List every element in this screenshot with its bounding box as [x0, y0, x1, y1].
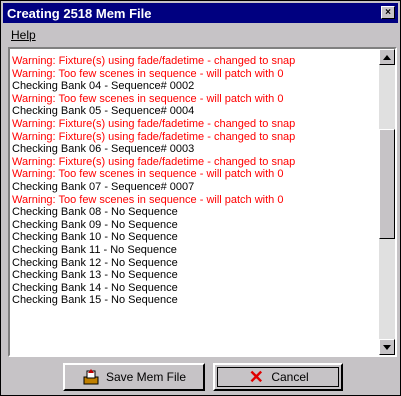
log-line-warning: Warning: Fixture(s) using fade/fadetime …	[12, 155, 296, 168]
log-line-info: Checking Bank 06 - Sequence# 0003	[12, 143, 195, 156]
scroll-up-button[interactable]	[379, 49, 395, 65]
scroll-down-button[interactable]	[379, 339, 395, 355]
log-line-info: Checking Bank 15 - No Sequence	[12, 294, 178, 307]
log-line-warning: Warning: Too few scenes in sequence - wi…	[12, 92, 284, 105]
scroll-down-arrow-icon	[383, 344, 391, 350]
vertical-scrollbar[interactable]	[379, 49, 395, 355]
log-line-info: Checking Bank 14 - No Sequence	[12, 281, 178, 294]
log-line-warning: Warning: Too few scenes in sequence - wi…	[12, 67, 284, 80]
log-line-info: Checking Bank 08 - No Sequence	[12, 206, 178, 219]
mem-file-dialog: Creating 2518 Mem File × Help Warning: F…	[0, 0, 401, 396]
log-line-warning: Warning: Fixture(s) using fade/fadetime …	[12, 55, 296, 67]
save-disk-icon	[82, 368, 100, 386]
log-line-warning: Warning: Fixture(s) using fade/fadetime …	[12, 130, 296, 143]
log-line-info: Checking Bank 07 - Sequence# 0007	[12, 180, 195, 193]
log-line-info: Checking Bank 09 - No Sequence	[12, 218, 178, 231]
save-button-label: Save Mem File	[105, 370, 187, 384]
log-lines: Warning: Fixture(s) using fade/fadetime …	[12, 55, 375, 307]
close-button[interactable]: ×	[381, 6, 395, 19]
save-mem-file-button[interactable]: Save Mem File	[63, 363, 205, 391]
log-line-info: Checking Bank 05 - Sequence# 0004	[12, 105, 195, 118]
log-line-info: Checking Bank 13 - No Sequence	[12, 269, 178, 282]
log-line-info: Checking Bank 12 - No Sequence	[12, 256, 178, 269]
cancel-button[interactable]: ✕ Cancel	[213, 363, 343, 391]
window-title: Creating 2518 Mem File	[7, 5, 152, 21]
log-line-warning: Warning: Too few scenes in sequence - wi…	[12, 168, 284, 181]
log-line-warning: Warning: Too few scenes in sequence - wi…	[12, 193, 284, 206]
scroll-thumb[interactable]	[379, 129, 395, 239]
log-line-info: Checking Bank 04 - Sequence# 0002	[12, 80, 195, 93]
log-line-info: Checking Bank 10 - No Sequence	[12, 231, 178, 244]
cancel-button-label: Cancel	[271, 370, 309, 384]
close-icon: ×	[385, 6, 391, 18]
log-line-info: Checking Bank 11 - No Sequence	[12, 243, 177, 256]
scroll-up-arrow-icon	[383, 54, 391, 60]
title-bar: Creating 2518 Mem File ×	[3, 3, 398, 23]
log-listbox[interactable]: Warning: Fixture(s) using fade/fadetime …	[8, 47, 397, 357]
menu-help[interactable]: Help	[3, 28, 44, 42]
log-line-warning: Warning: Fixture(s) using fade/fadetime …	[12, 117, 296, 130]
menu-bar: Help	[3, 24, 398, 46]
cancel-x-icon: ✕	[248, 367, 264, 387]
